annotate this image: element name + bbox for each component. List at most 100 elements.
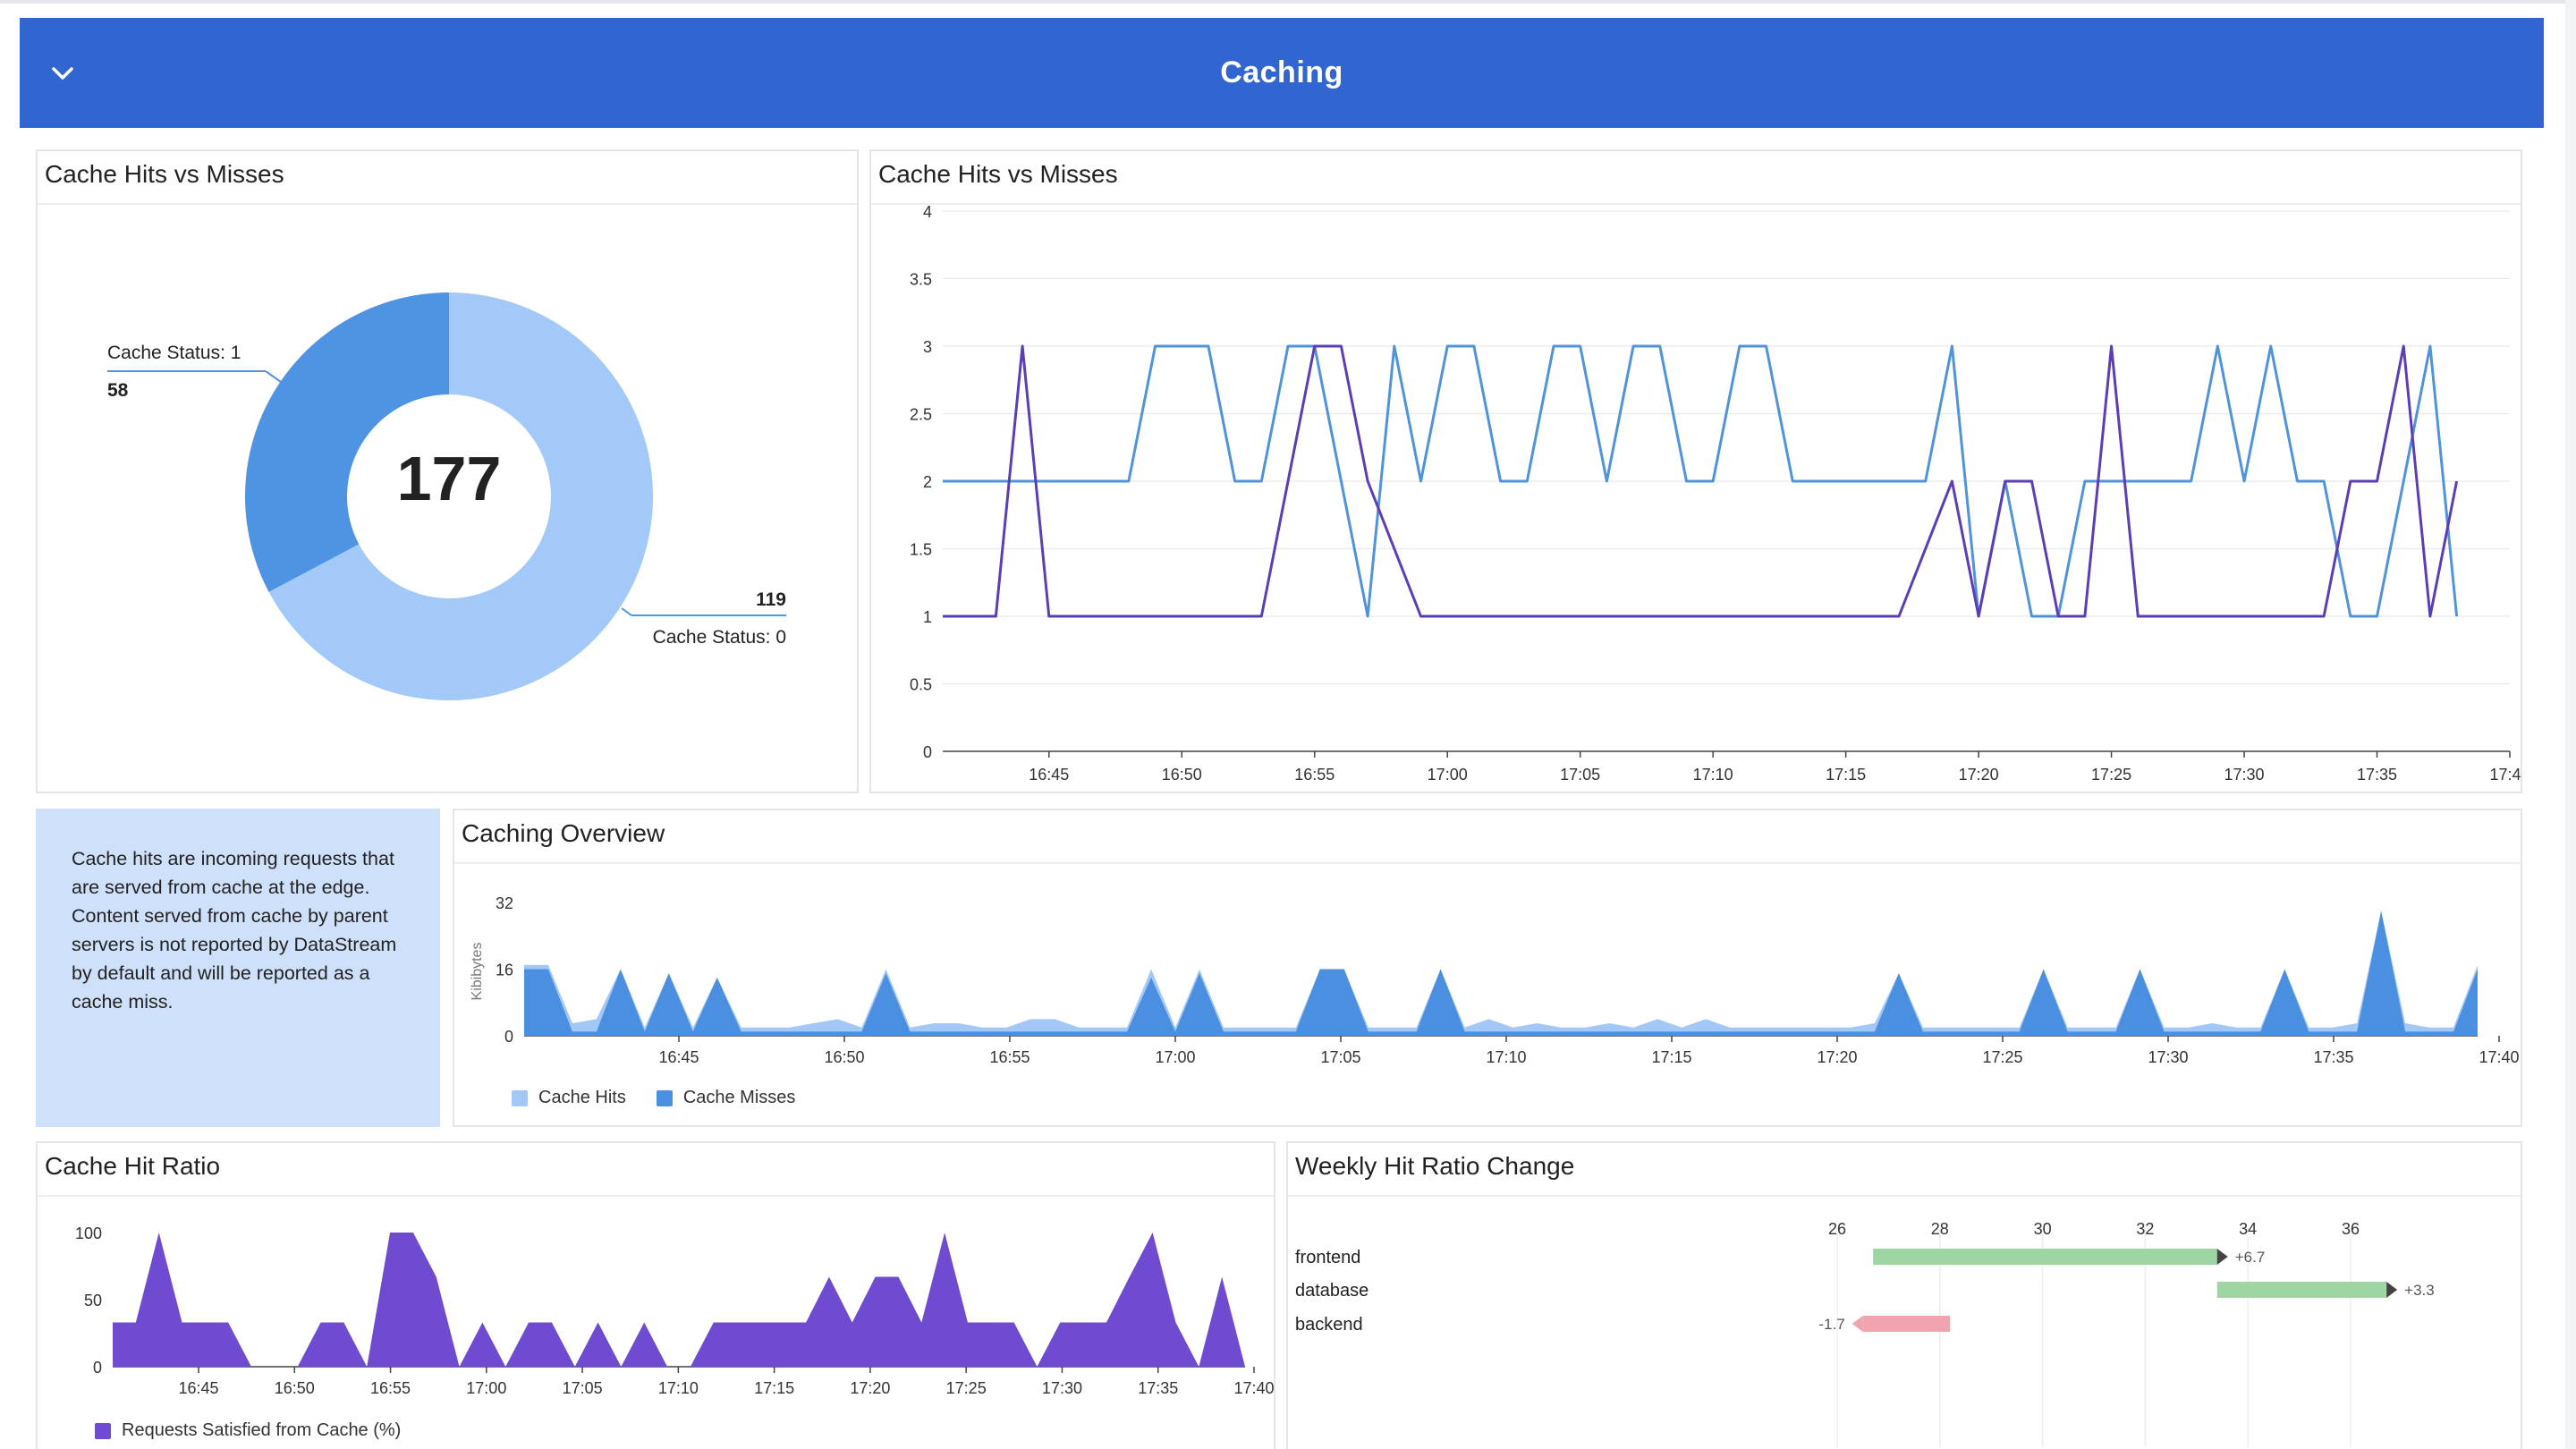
x-tick-label: 17:40 — [1233, 1379, 1274, 1397]
x-tick-label: 16:50 — [275, 1379, 315, 1397]
panel-cache-hits-vs-misses-line: Cache Hits vs Misses 0 0.5 1 1.5 2 2.5 3 3.5 4 16… — [869, 149, 2522, 793]
x-tick-label: 17:25 — [1982, 1048, 2022, 1066]
callout-value-status-1: 58 — [107, 380, 129, 401]
x-tick-label: 17:30 — [2148, 1048, 2188, 1066]
y-tick-label: 100 — [75, 1224, 102, 1242]
x-tick-label: 17:05 — [1320, 1048, 1360, 1066]
x-tick-label: 17:00 — [1428, 766, 1468, 784]
x-tick-label: 17:35 — [2357, 766, 2397, 784]
x-tick-label: 17:15 — [1651, 1048, 1691, 1066]
y-tick-label: 0.5 — [910, 676, 932, 694]
x-tick-label: 36 — [2342, 1220, 2360, 1238]
x-tick-label: 16:50 — [1162, 766, 1202, 784]
y-tick-label: 32 — [496, 894, 513, 912]
y-tick-label: 2.5 — [910, 406, 932, 424]
panel-weekly-hit-ratio-change: Weekly Hit Ratio Change 26 28 30 32 34 36 fron… — [1286, 1141, 2522, 1449]
panel-cache-hit-ratio: Cache Hit Ratio 0 50 100 16:45 16:50 16:55 17:… — [36, 1141, 1275, 1449]
series-area-2 — [524, 911, 2478, 1036]
legend-item-requests-from-cache[interactable]: Requests Satisfied from Cache (%) — [95, 1420, 401, 1441]
change-arrow-backend — [1852, 1316, 1863, 1332]
x-tick-label: 28 — [1931, 1220, 1949, 1238]
x-tick-label: 17:25 — [946, 1379, 987, 1397]
y-tick-label: 2 — [923, 473, 932, 491]
area-chart: 0 16 32 16:45 16:50 16:55 17:00 17:05 17:10 17:15… — [470, 894, 2520, 1066]
panel-cache-hits-vs-misses-donut: Cache Hits vs Misses 177 Cache Status: 1… — [36, 149, 859, 793]
x-tick-label: 17:05 — [563, 1379, 603, 1397]
x-tick-label: 16:55 — [1294, 766, 1335, 784]
legend-item-cache-hits[interactable]: Cache Hits — [512, 1088, 626, 1108]
x-tick-label: 17:10 — [1693, 766, 1733, 784]
window-top-edge — [0, 0, 2576, 4]
x-tick-label: 16:55 — [370, 1379, 411, 1397]
x-tick-label: 17:25 — [2091, 766, 2131, 784]
y-tick-label: 0 — [923, 743, 932, 761]
legend-item-cache-misses[interactable]: Cache Misses — [656, 1088, 795, 1108]
category-label-frontend: frontend — [1295, 1248, 1360, 1267]
x-tick-label: 17:15 — [754, 1379, 794, 1397]
x-tick-label: 17:30 — [1042, 1379, 1082, 1397]
x-tick-label: 17:05 — [1560, 766, 1600, 784]
legend-swatch — [512, 1089, 528, 1106]
y-tick-label: 1 — [923, 608, 932, 626]
x-tick-label: 17:35 — [2313, 1048, 2353, 1066]
legend-swatch — [656, 1089, 673, 1106]
scrollbar-track[interactable] — [2565, 0, 2576, 1449]
change-label-database: +3.3 — [2404, 1282, 2435, 1299]
y-tick-label: 16 — [496, 962, 513, 979]
x-tick-label: 17:00 — [1155, 1048, 1195, 1066]
x-tick-label: 16:50 — [824, 1048, 864, 1066]
donut-center-value: 177 — [397, 444, 502, 513]
x-tick-label: 16:45 — [178, 1379, 218, 1397]
x-tick-label: 16:45 — [658, 1048, 699, 1066]
x-tick-label: 17:00 — [466, 1379, 506, 1397]
y-tick-label: 1.5 — [910, 541, 932, 559]
x-tick-label: 34 — [2239, 1220, 2257, 1238]
callout-value-status-0: 119 — [756, 589, 786, 610]
x-tick-label: 16:55 — [989, 1048, 1030, 1066]
change-bar-database — [2216, 1282, 2387, 1298]
legend-swatch — [95, 1422, 111, 1439]
change-bar-backend — [1862, 1316, 1951, 1332]
x-tick-label: 17:30 — [2224, 766, 2265, 784]
x-tick-label: 17:20 — [1959, 766, 1999, 784]
section-title: Caching — [1220, 55, 1343, 89]
y-tick-label: 50 — [84, 1292, 102, 1309]
y-axis-label: Kibibytes — [470, 943, 485, 1001]
x-tick-label: 32 — [2136, 1220, 2154, 1238]
x-tick-label: 17:15 — [1826, 766, 1866, 784]
info-note: Cache hits are incoming requests that ar… — [36, 809, 440, 1127]
change-arrow-database — [2386, 1282, 2398, 1298]
change-bar-frontend — [1873, 1249, 2217, 1265]
callout-line-status-1-b — [265, 370, 282, 383]
donut-chart: 177 Cache Status: 1 58 119 Cache Status:… — [107, 292, 786, 700]
x-tick-label: 17:20 — [850, 1379, 890, 1397]
callout-label-status-0: Cache Status: 0 — [653, 627, 786, 648]
series-area-1 — [113, 1233, 1245, 1367]
y-tick-label: 3.5 — [910, 271, 932, 289]
category-label-database: database — [1295, 1281, 1368, 1301]
legend-label: Cache Hits — [538, 1088, 626, 1107]
change-arrow-frontend — [2216, 1249, 2228, 1265]
x-tick-label: 16:45 — [1029, 766, 1069, 784]
category-label-backend: backend — [1295, 1315, 1363, 1335]
x-tick-label: 17:10 — [1486, 1048, 1526, 1066]
panel-caching-overview: Caching Overview 0 16 32 16:45 16:50 16:55 17:… — [453, 809, 2522, 1127]
callout-line-status-0-b — [621, 607, 632, 616]
y-tick-label: 3 — [923, 338, 932, 356]
x-tick-label: 17:40 — [2479, 1048, 2519, 1066]
series-area-1 — [524, 911, 2478, 1036]
y-tick-label: 0 — [504, 1028, 513, 1046]
x-tick-label: 17:40 — [2489, 766, 2521, 784]
callout-label-status-1: Cache Status: 1 — [107, 343, 241, 363]
x-tick-label: 26 — [1828, 1220, 1846, 1238]
change-label-frontend: +6.7 — [2235, 1249, 2266, 1266]
line-chart: 0 0.5 1 1.5 2 2.5 3 3.5 4 16:45 16:50 16:55 17:00 17:… — [910, 203, 2521, 784]
legend-label: Requests Satisfied from Cache (%) — [122, 1420, 402, 1440]
x-tick-label: 17:35 — [1138, 1379, 1178, 1397]
waterfall-chart: 26 28 30 32 34 36 frontend database backend +6.7 +… — [1295, 1220, 2435, 1447]
area-chart: 0 50 100 16:45 16:50 16:55 17:00 17:05 17:10 17:1… — [75, 1224, 1274, 1397]
y-tick-label: 4 — [923, 203, 932, 221]
change-label-backend: -1.7 — [1818, 1316, 1844, 1333]
chart-legend: Requests Satisfied from Cache (%) — [95, 1420, 401, 1441]
chart-legend: Cache Hits Cache Misses — [512, 1088, 795, 1108]
